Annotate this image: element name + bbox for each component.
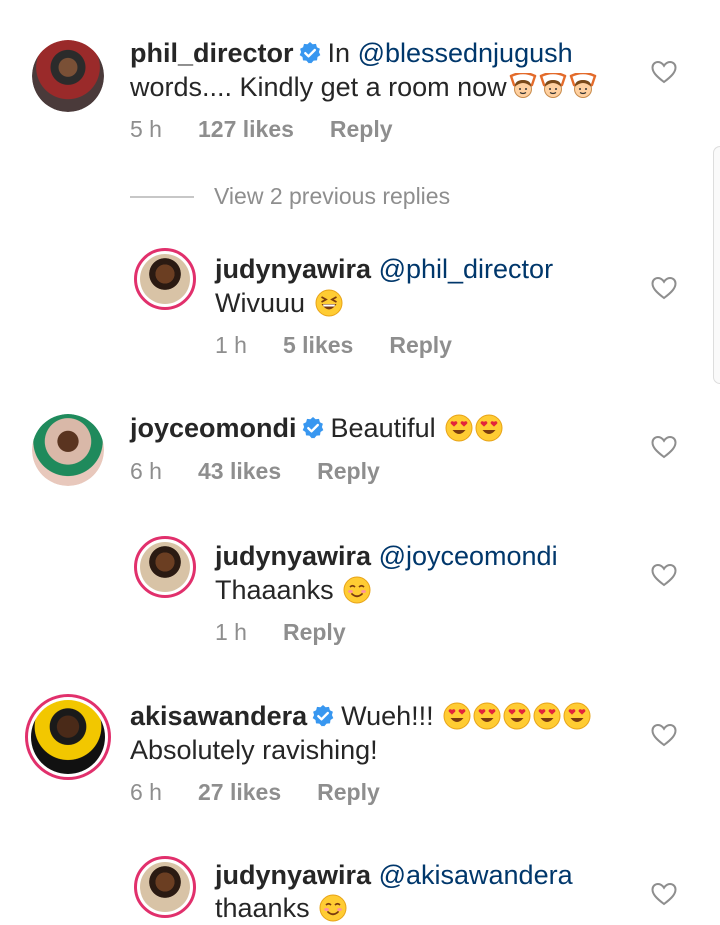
username[interactable]: phil_director: [130, 38, 294, 68]
avatar-akisawandera[interactable]: [25, 694, 111, 780]
heart-eyes-icon: [533, 702, 561, 730]
like-heart-icon[interactable]: [651, 60, 677, 84]
person-gesturing-ok-icon: [569, 73, 597, 101]
person-gesturing-ok-icon: [509, 73, 537, 101]
comment-meta: 1 h 5 likes Reply: [215, 332, 488, 359]
view-previous-replies-label[interactable]: View 2 previous replies: [214, 183, 450, 210]
scrollbar[interactable]: [713, 146, 720, 384]
avatar-image: [32, 40, 104, 112]
comment-line-2: thaanks: [215, 891, 347, 925]
timestamp: 6 h: [130, 779, 162, 805]
smiling-blush-face-icon: [343, 576, 371, 604]
comment-line-2: Wivuuu: [215, 286, 343, 320]
heart-eyes-icon: [445, 414, 473, 442]
comment-text: Beautiful: [330, 413, 436, 443]
verified-badge-icon: [301, 416, 325, 440]
smiling-blush-face-icon: [319, 894, 347, 922]
username[interactable]: akisawandera: [130, 701, 307, 731]
avatar-image: [31, 700, 105, 774]
timestamp: 1 h: [215, 619, 247, 645]
reply-button[interactable]: Reply: [283, 619, 346, 645]
heart-eyes-icon: [443, 702, 471, 730]
comment-line-2: words.... Kindly get a room now: [130, 70, 597, 104]
comment-text: Wueh!!!: [341, 701, 434, 731]
username[interactable]: judynyawira: [215, 860, 371, 890]
mention-link[interactable]: @blessednjugush: [358, 38, 573, 68]
comment-meta: 6 h 27 likes Reply: [130, 779, 416, 806]
comment-line-1: akisawandera Wueh!!!: [130, 699, 591, 733]
likes-count[interactable]: 127 likes: [198, 116, 294, 142]
grinning-squinting-face-icon: [315, 289, 343, 317]
timestamp: 1 h: [215, 332, 247, 358]
verified-badge-icon: [311, 704, 335, 728]
comment-meta: 5 h 127 likes Reply: [130, 116, 429, 143]
avatar-image: [140, 862, 190, 912]
comment-meta: 1 h Reply: [215, 619, 382, 646]
mention-link[interactable]: @phil_director: [379, 254, 554, 284]
timestamp: 6 h: [130, 458, 162, 484]
divider-line: [130, 196, 194, 198]
comment-line-1: phil_director In @blessednjugush: [130, 36, 573, 70]
timestamp: 5 h: [130, 116, 162, 142]
reply-button[interactable]: Reply: [317, 779, 380, 805]
username[interactable]: judynyawira: [215, 254, 371, 284]
comment-text: Thaaanks: [215, 575, 334, 605]
comment-text: words.... Kindly get a room now: [130, 72, 507, 102]
avatar-judynyawira[interactable]: [134, 248, 196, 310]
heart-eyes-icon: [563, 702, 591, 730]
mention-link[interactable]: @joyceomondi: [379, 541, 558, 571]
mention-link[interactable]: @akisawandera: [379, 860, 573, 890]
comment-line-1: judynyawira @joyceomondi: [215, 539, 558, 573]
likes-count[interactable]: 5 likes: [283, 332, 353, 358]
comment-text: Wivuuu: [215, 288, 306, 318]
comment-line-2: Absolutely ravishing!: [130, 733, 378, 767]
like-heart-icon[interactable]: [651, 276, 677, 300]
verified-badge-icon: [298, 41, 322, 65]
comment-meta: 6 h 43 likes Reply: [130, 458, 416, 485]
comment-line-1: joyceomondi Beautiful: [130, 411, 503, 445]
comment-line-2: Thaaanks: [215, 573, 371, 607]
person-gesturing-ok-icon: [539, 73, 567, 101]
likes-count[interactable]: 27 likes: [198, 779, 281, 805]
likes-count[interactable]: 43 likes: [198, 458, 281, 484]
avatar-judynyawira[interactable]: [134, 856, 196, 918]
reply-button[interactable]: Reply: [389, 332, 452, 358]
heart-eyes-icon: [473, 702, 501, 730]
username[interactable]: judynyawira: [215, 541, 371, 571]
avatar-joyceomondi[interactable]: [32, 414, 104, 486]
comment-line-1: judynyawira @akisawandera: [215, 858, 573, 892]
avatar-image: [32, 414, 104, 486]
comment-line-1: judynyawira @phil_director: [215, 252, 553, 286]
comment-text: thaanks: [215, 893, 310, 923]
reply-button[interactable]: Reply: [330, 116, 393, 142]
avatar-judynyawira[interactable]: [134, 536, 196, 598]
heart-eyes-icon: [503, 702, 531, 730]
username[interactable]: joyceomondi: [130, 413, 297, 443]
heart-eyes-icon: [475, 414, 503, 442]
like-heart-icon[interactable]: [651, 435, 677, 459]
avatar-image: [140, 542, 190, 592]
reply-button[interactable]: Reply: [317, 458, 380, 484]
like-heart-icon[interactable]: [651, 723, 677, 747]
avatar-phil-director[interactable]: [32, 40, 104, 112]
like-heart-icon[interactable]: [651, 882, 677, 906]
comment-text: In: [327, 38, 358, 68]
comment-text: Absolutely ravishing!: [130, 735, 378, 765]
like-heart-icon[interactable]: [651, 563, 677, 587]
avatar-image: [140, 254, 190, 304]
